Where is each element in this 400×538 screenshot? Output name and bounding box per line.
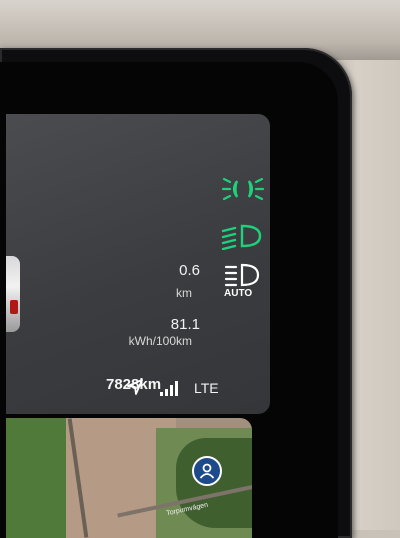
trip-distance-value: 0.6 — [179, 262, 200, 279]
driver-info-card: AUTO 0.6 km 81.1 kWh/100km 7828km — [6, 114, 270, 414]
profile-icon — [199, 463, 215, 479]
auto-headlight-icon — [224, 263, 260, 287]
map-view[interactable]: Torpumvägen — [6, 418, 252, 538]
navigation-arrow-icon — [127, 379, 143, 395]
parking-light-icon — [221, 177, 265, 201]
low-beam-icon — [221, 224, 262, 250]
center-display: AUTO 0.6 km 81.1 kWh/100km 7828km LTE To… — [0, 62, 338, 538]
energy-consumption-unit: kWh/100km — [128, 334, 192, 348]
energy-consumption-value: 81.1 — [170, 316, 200, 333]
network-type-label: LTE — [194, 380, 219, 396]
auto-label: AUTO — [224, 288, 253, 299]
car-icon — [6, 256, 20, 332]
trip-distance-unit: km — [176, 286, 192, 300]
profile-button[interactable] — [192, 456, 222, 486]
signal-strength-icon — [160, 381, 178, 396]
